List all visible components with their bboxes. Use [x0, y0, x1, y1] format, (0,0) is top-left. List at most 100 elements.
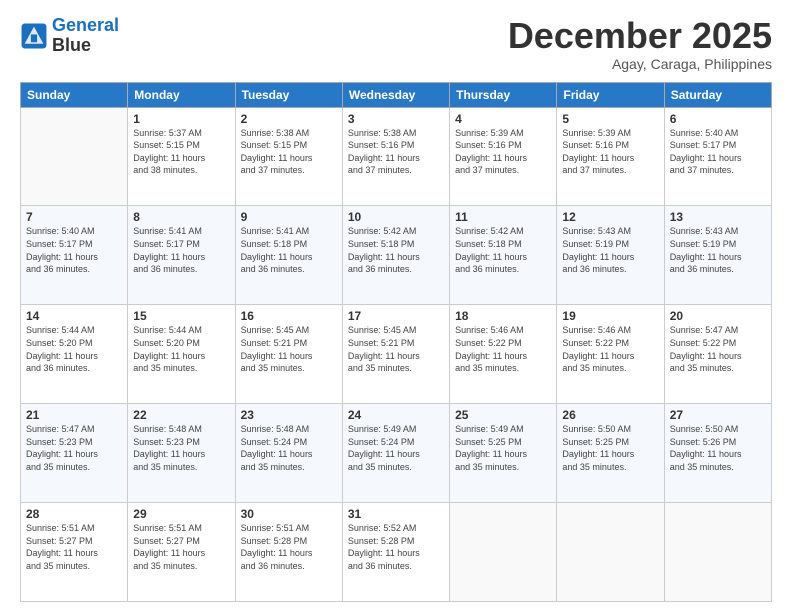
calendar-cell: 26Sunrise: 5:50 AM Sunset: 5:25 PM Dayli… — [557, 404, 664, 503]
day-header: Wednesday — [342, 82, 449, 107]
calendar-cell: 17Sunrise: 5:45 AM Sunset: 5:21 PM Dayli… — [342, 305, 449, 404]
calendar-table: SundayMondayTuesdayWednesdayThursdayFrid… — [20, 82, 772, 602]
day-number: 26 — [562, 408, 658, 422]
calendar-cell: 25Sunrise: 5:49 AM Sunset: 5:25 PM Dayli… — [450, 404, 557, 503]
day-header: Friday — [557, 82, 664, 107]
day-number: 27 — [670, 408, 766, 422]
title-block: December 2025 Agay, Caraga, Philippines — [508, 16, 772, 72]
day-header: Thursday — [450, 82, 557, 107]
logo-line2: Blue — [52, 35, 91, 55]
day-number: 4 — [455, 112, 551, 126]
page: General Blue December 2025 Agay, Caraga,… — [0, 0, 792, 612]
day-number: 15 — [133, 309, 229, 323]
logo: General Blue — [20, 16, 119, 56]
day-number: 22 — [133, 408, 229, 422]
week-row: 14Sunrise: 5:44 AM Sunset: 5:20 PM Dayli… — [21, 305, 772, 404]
month-title: December 2025 — [508, 16, 772, 56]
day-number: 7 — [26, 210, 122, 224]
day-number: 2 — [241, 112, 337, 126]
calendar-cell: 22Sunrise: 5:48 AM Sunset: 5:23 PM Dayli… — [128, 404, 235, 503]
calendar-cell: 27Sunrise: 5:50 AM Sunset: 5:26 PM Dayli… — [664, 404, 771, 503]
day-info: Sunrise: 5:51 AM Sunset: 5:27 PM Dayligh… — [26, 522, 122, 572]
day-info: Sunrise: 5:40 AM Sunset: 5:17 PM Dayligh… — [26, 225, 122, 275]
calendar-cell — [450, 503, 557, 602]
calendar-cell: 5Sunrise: 5:39 AM Sunset: 5:16 PM Daylig… — [557, 107, 664, 206]
day-number: 23 — [241, 408, 337, 422]
calendar-cell: 4Sunrise: 5:39 AM Sunset: 5:16 PM Daylig… — [450, 107, 557, 206]
day-number: 3 — [348, 112, 444, 126]
day-info: Sunrise: 5:39 AM Sunset: 5:16 PM Dayligh… — [455, 127, 551, 177]
day-number: 1 — [133, 112, 229, 126]
day-info: Sunrise: 5:46 AM Sunset: 5:22 PM Dayligh… — [455, 324, 551, 374]
calendar-cell: 1Sunrise: 5:37 AM Sunset: 5:15 PM Daylig… — [128, 107, 235, 206]
week-row: 7Sunrise: 5:40 AM Sunset: 5:17 PM Daylig… — [21, 206, 772, 305]
calendar-cell: 13Sunrise: 5:43 AM Sunset: 5:19 PM Dayli… — [664, 206, 771, 305]
day-info: Sunrise: 5:42 AM Sunset: 5:18 PM Dayligh… — [455, 225, 551, 275]
calendar-cell: 8Sunrise: 5:41 AM Sunset: 5:17 PM Daylig… — [128, 206, 235, 305]
day-number: 13 — [670, 210, 766, 224]
day-info: Sunrise: 5:38 AM Sunset: 5:16 PM Dayligh… — [348, 127, 444, 177]
day-number: 25 — [455, 408, 551, 422]
week-row: 28Sunrise: 5:51 AM Sunset: 5:27 PM Dayli… — [21, 503, 772, 602]
day-info: Sunrise: 5:51 AM Sunset: 5:28 PM Dayligh… — [241, 522, 337, 572]
day-number: 31 — [348, 507, 444, 521]
calendar-cell: 14Sunrise: 5:44 AM Sunset: 5:20 PM Dayli… — [21, 305, 128, 404]
day-number: 5 — [562, 112, 658, 126]
day-header: Tuesday — [235, 82, 342, 107]
calendar-cell — [21, 107, 128, 206]
day-number: 8 — [133, 210, 229, 224]
week-row: 1Sunrise: 5:37 AM Sunset: 5:15 PM Daylig… — [21, 107, 772, 206]
day-info: Sunrise: 5:44 AM Sunset: 5:20 PM Dayligh… — [26, 324, 122, 374]
day-info: Sunrise: 5:45 AM Sunset: 5:21 PM Dayligh… — [348, 324, 444, 374]
day-info: Sunrise: 5:51 AM Sunset: 5:27 PM Dayligh… — [133, 522, 229, 572]
day-info: Sunrise: 5:42 AM Sunset: 5:18 PM Dayligh… — [348, 225, 444, 275]
day-info: Sunrise: 5:39 AM Sunset: 5:16 PM Dayligh… — [562, 127, 658, 177]
day-number: 30 — [241, 507, 337, 521]
day-info: Sunrise: 5:38 AM Sunset: 5:15 PM Dayligh… — [241, 127, 337, 177]
calendar-cell: 15Sunrise: 5:44 AM Sunset: 5:20 PM Dayli… — [128, 305, 235, 404]
day-number: 18 — [455, 309, 551, 323]
day-number: 10 — [348, 210, 444, 224]
day-info: Sunrise: 5:41 AM Sunset: 5:18 PM Dayligh… — [241, 225, 337, 275]
day-header: Sunday — [21, 82, 128, 107]
day-number: 20 — [670, 309, 766, 323]
calendar-cell — [664, 503, 771, 602]
calendar-cell: 21Sunrise: 5:47 AM Sunset: 5:23 PM Dayli… — [21, 404, 128, 503]
day-number: 12 — [562, 210, 658, 224]
calendar-cell: 19Sunrise: 5:46 AM Sunset: 5:22 PM Dayli… — [557, 305, 664, 404]
calendar-cell: 23Sunrise: 5:48 AM Sunset: 5:24 PM Dayli… — [235, 404, 342, 503]
day-number: 6 — [670, 112, 766, 126]
day-info: Sunrise: 5:49 AM Sunset: 5:24 PM Dayligh… — [348, 423, 444, 473]
day-info: Sunrise: 5:49 AM Sunset: 5:25 PM Dayligh… — [455, 423, 551, 473]
day-info: Sunrise: 5:47 AM Sunset: 5:23 PM Dayligh… — [26, 423, 122, 473]
day-info: Sunrise: 5:41 AM Sunset: 5:17 PM Dayligh… — [133, 225, 229, 275]
calendar-cell — [557, 503, 664, 602]
calendar-cell: 9Sunrise: 5:41 AM Sunset: 5:18 PM Daylig… — [235, 206, 342, 305]
calendar-cell: 31Sunrise: 5:52 AM Sunset: 5:28 PM Dayli… — [342, 503, 449, 602]
day-info: Sunrise: 5:43 AM Sunset: 5:19 PM Dayligh… — [670, 225, 766, 275]
calendar-cell: 7Sunrise: 5:40 AM Sunset: 5:17 PM Daylig… — [21, 206, 128, 305]
day-info: Sunrise: 5:48 AM Sunset: 5:24 PM Dayligh… — [241, 423, 337, 473]
logo-icon — [20, 22, 48, 50]
day-number: 9 — [241, 210, 337, 224]
calendar-cell: 11Sunrise: 5:42 AM Sunset: 5:18 PM Dayli… — [450, 206, 557, 305]
day-info: Sunrise: 5:44 AM Sunset: 5:20 PM Dayligh… — [133, 324, 229, 374]
calendar-cell: 10Sunrise: 5:42 AM Sunset: 5:18 PM Dayli… — [342, 206, 449, 305]
day-header: Monday — [128, 82, 235, 107]
day-number: 29 — [133, 507, 229, 521]
logo-text: General Blue — [52, 16, 119, 56]
week-row: 21Sunrise: 5:47 AM Sunset: 5:23 PM Dayli… — [21, 404, 772, 503]
day-header: Saturday — [664, 82, 771, 107]
day-info: Sunrise: 5:45 AM Sunset: 5:21 PM Dayligh… — [241, 324, 337, 374]
day-number: 24 — [348, 408, 444, 422]
calendar-cell: 2Sunrise: 5:38 AM Sunset: 5:15 PM Daylig… — [235, 107, 342, 206]
calendar-cell: 29Sunrise: 5:51 AM Sunset: 5:27 PM Dayli… — [128, 503, 235, 602]
calendar-cell: 20Sunrise: 5:47 AM Sunset: 5:22 PM Dayli… — [664, 305, 771, 404]
day-number: 14 — [26, 309, 122, 323]
day-info: Sunrise: 5:52 AM Sunset: 5:28 PM Dayligh… — [348, 522, 444, 572]
calendar-cell: 24Sunrise: 5:49 AM Sunset: 5:24 PM Dayli… — [342, 404, 449, 503]
calendar-cell: 28Sunrise: 5:51 AM Sunset: 5:27 PM Dayli… — [21, 503, 128, 602]
day-info: Sunrise: 5:50 AM Sunset: 5:26 PM Dayligh… — [670, 423, 766, 473]
calendar-cell: 6Sunrise: 5:40 AM Sunset: 5:17 PM Daylig… — [664, 107, 771, 206]
header: General Blue December 2025 Agay, Caraga,… — [20, 16, 772, 72]
